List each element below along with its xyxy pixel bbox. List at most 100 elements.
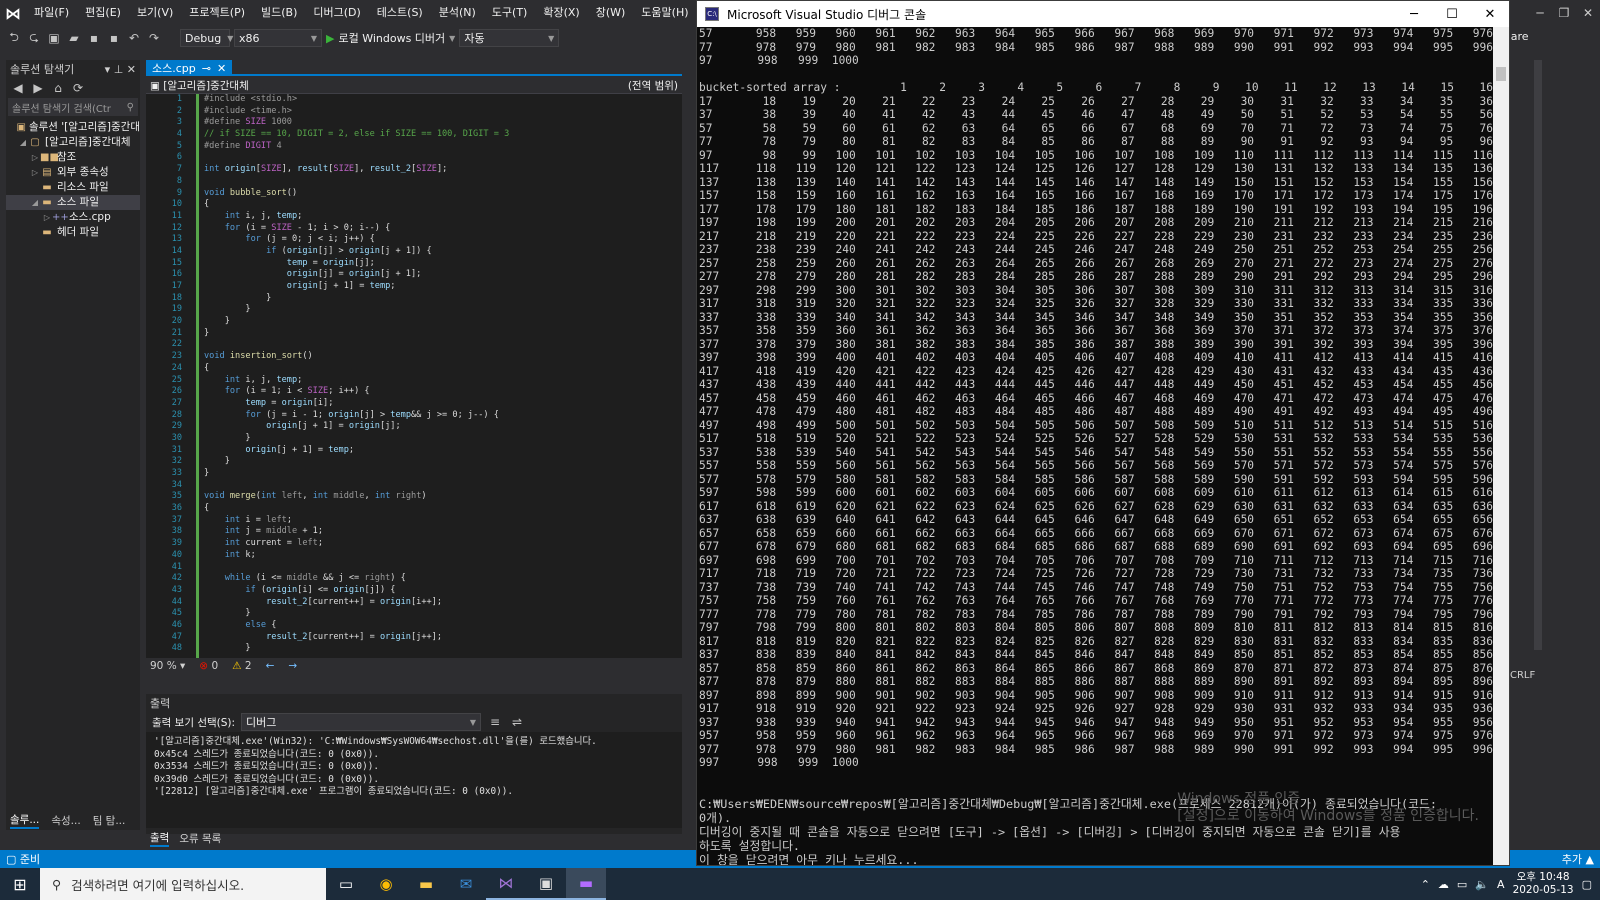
code-line[interactable]: {: [204, 503, 682, 515]
console-taskbar-icon[interactable]: ▬: [566, 868, 606, 900]
code-line[interactable]: origin[j + 1] = temp;: [204, 445, 682, 457]
tray-chevron-icon[interactable]: ⌃: [1421, 878, 1430, 891]
auto-dropdown[interactable]: 자동 ▼: [459, 29, 560, 47]
code-line[interactable]: }: [204, 643, 682, 655]
code-line[interactable]: }: [204, 293, 682, 305]
expand-icon[interactable]: ◢: [30, 195, 40, 210]
code-line[interactable]: #define SIZE 1000: [204, 117, 682, 129]
code-line[interactable]: [204, 152, 682, 164]
code-line[interactable]: }: [204, 468, 682, 480]
code-line[interactable]: void merge(int left, int middle, int rig…: [204, 491, 682, 503]
panel-tab[interactable]: 출력: [150, 830, 170, 847]
save-all-icon[interactable]: ▪: [106, 30, 122, 46]
error-count[interactable]: ⊗ 0: [199, 660, 218, 672]
platform-dropdown[interactable]: x86 ▼: [234, 29, 322, 47]
volume-icon[interactable]: 🔈: [1475, 878, 1489, 891]
menu-item[interactable]: 빌드(B): [253, 0, 305, 26]
project-scope-dropdown[interactable]: ▣ [알고리즘]중간대체: [150, 78, 249, 93]
panel-tab[interactable]: 오류 목록: [179, 831, 221, 846]
code-line[interactable]: else {: [204, 620, 682, 632]
menu-item[interactable]: 프로젝트(P): [181, 0, 253, 26]
code-line[interactable]: for (j = i - 1; origin[j] > temp&& j >= …: [204, 410, 682, 422]
expand-icon[interactable]: ▷: [30, 150, 40, 165]
code-line[interactable]: [204, 480, 682, 492]
clear-all-icon[interactable]: ≡: [487, 714, 503, 730]
tree-item[interactable]: ◢ ▬ 소스 파일: [6, 195, 140, 210]
code-line[interactable]: }: [204, 316, 682, 328]
taskbar-search-input[interactable]: ⚲ 검색하려면 여기에 입력하십시오.: [40, 868, 326, 900]
code-line[interactable]: origin[j] = origin[j + 1];: [204, 269, 682, 281]
code-line[interactable]: [204, 339, 682, 351]
panel-pin-icon[interactable]: ▾ ⊥ ✕: [105, 63, 136, 76]
code-line[interactable]: while (i <= middle && j <= right) {: [204, 573, 682, 585]
home-icon[interactable]: ⌂: [50, 80, 66, 96]
menu-item[interactable]: 분석(N): [431, 0, 484, 26]
onedrive-icon[interactable]: ☁: [1438, 878, 1449, 891]
code-line[interactable]: for (j = 0; j < i; j++) {: [204, 234, 682, 246]
sync-icon[interactable]: ⟳: [70, 80, 86, 96]
console-scrollbar[interactable]: [1493, 27, 1509, 865]
code-line[interactable]: [204, 562, 682, 574]
code-line[interactable]: int i = left;: [204, 515, 682, 527]
back-icon[interactable]: ◀: [10, 80, 26, 96]
visual-studio-icon[interactable]: ⋈: [486, 868, 526, 900]
menu-item[interactable]: 편집(E): [77, 0, 129, 26]
notification-icon[interactable]: ▢: [1582, 878, 1592, 891]
code-line[interactable]: result_2[current++] = origin[i++];: [204, 597, 682, 609]
menu-item[interactable]: 도구(T): [484, 0, 536, 26]
minimize-icon[interactable]: ─: [1395, 1, 1433, 27]
next-issue-icon[interactable]: →: [288, 660, 297, 672]
debug-console-window[interactable]: C:\ Microsoft Visual Studio 디버그 콘솔 ─ ☐ ✕…: [696, 0, 1510, 866]
code-line[interactable]: temp = origin[j];: [204, 258, 682, 270]
code-editor[interactable]: 1 2 3 4 5 6 7 8 9 10 11 12 13 14 15 16 17 18 19 20 21 22 23 24 2…: [146, 94, 682, 658]
close-icon[interactable]: ✕: [1471, 1, 1509, 27]
code-line[interactable]: int j = middle + 1;: [204, 526, 682, 538]
start-debugging-button[interactable]: ▶ 로컬 Windows 디버거 ▼: [326, 30, 455, 46]
app-icon[interactable]: ▣: [526, 868, 566, 900]
menu-item[interactable]: 창(W): [588, 0, 634, 26]
chrome-icon[interactable]: ◉: [366, 868, 406, 900]
minimize-icon[interactable]: ─: [1528, 0, 1552, 26]
maximize-icon[interactable]: ☐: [1433, 1, 1471, 27]
code-line[interactable]: origin[j + 1] = origin[j];: [204, 421, 682, 433]
code-line[interactable]: int i, j, temp;: [204, 375, 682, 387]
new-project-icon[interactable]: ▣: [46, 30, 62, 46]
code-line[interactable]: #include <time.h>: [204, 106, 682, 118]
code-line[interactable]: origin[j + 1] = temp;: [204, 281, 682, 293]
console-output[interactable]: 57 958 959 960 961 962 963 964 965 966 967 968 969 97…: [697, 27, 1493, 865]
word-wrap-icon[interactable]: ⇌: [509, 714, 525, 730]
network-icon[interactable]: ▭: [1457, 878, 1467, 891]
menu-item[interactable]: 파일(F): [26, 0, 77, 26]
close-icon[interactable]: ✕: [1576, 0, 1600, 26]
tree-item[interactable]: ▷ ■■ 참조: [6, 150, 140, 165]
menu-item[interactable]: 확장(X): [535, 0, 587, 26]
expand-icon[interactable]: ▷: [42, 210, 52, 225]
clock[interactable]: 오후 10:48 2020-05-13: [1513, 871, 1574, 897]
code-line[interactable]: if (origin[j] > origin[j + 1]) {: [204, 246, 682, 258]
code-line[interactable]: }: [204, 608, 682, 620]
global-scope-dropdown[interactable]: (전역 범위): [628, 78, 678, 93]
tree-item[interactable]: ▬ 리소스 파일: [6, 180, 140, 195]
output-text[interactable]: '[알고리즘]중간대체.exe'(Win32): 'C:₩Windows₩Sys…: [146, 732, 682, 828]
code-line[interactable]: void bubble_sort(): [204, 188, 682, 200]
mail-icon[interactable]: ✉: [446, 868, 486, 900]
expand-icon[interactable]: ▷: [30, 165, 40, 180]
expand-icon[interactable]: ◢: [18, 135, 28, 150]
code-line[interactable]: }: [204, 328, 682, 340]
code-line[interactable]: int origin[SIZE], result[SIZE], result_2…: [204, 164, 682, 176]
undo-icon[interactable]: ↶: [126, 30, 142, 46]
code-line[interactable]: [204, 176, 682, 188]
code-line[interactable]: int k;: [204, 550, 682, 562]
prev-issue-icon[interactable]: ←: [266, 660, 275, 672]
start-button[interactable]: ⊞: [0, 868, 40, 900]
crlf-indicator[interactable]: CRLF: [1510, 670, 1535, 681]
zoom-dropdown[interactable]: 90 % ▾: [150, 660, 185, 672]
code-line[interactable]: int i, j, temp;: [204, 211, 682, 223]
code-line[interactable]: }: [204, 456, 682, 468]
tree-item[interactable]: ▷ ++ 소스.cpp: [6, 210, 140, 225]
code-line[interactable]: temp = origin[i];: [204, 398, 682, 410]
tab-source-cpp[interactable]: 소스.cpp ⊸ ✕: [146, 60, 233, 76]
open-icon[interactable]: ▰: [66, 30, 82, 46]
solution-search-input[interactable]: 솔루션 탐색기 검색(Ctr ⚲: [8, 98, 138, 116]
menu-item[interactable]: 디버그(D): [305, 0, 368, 26]
